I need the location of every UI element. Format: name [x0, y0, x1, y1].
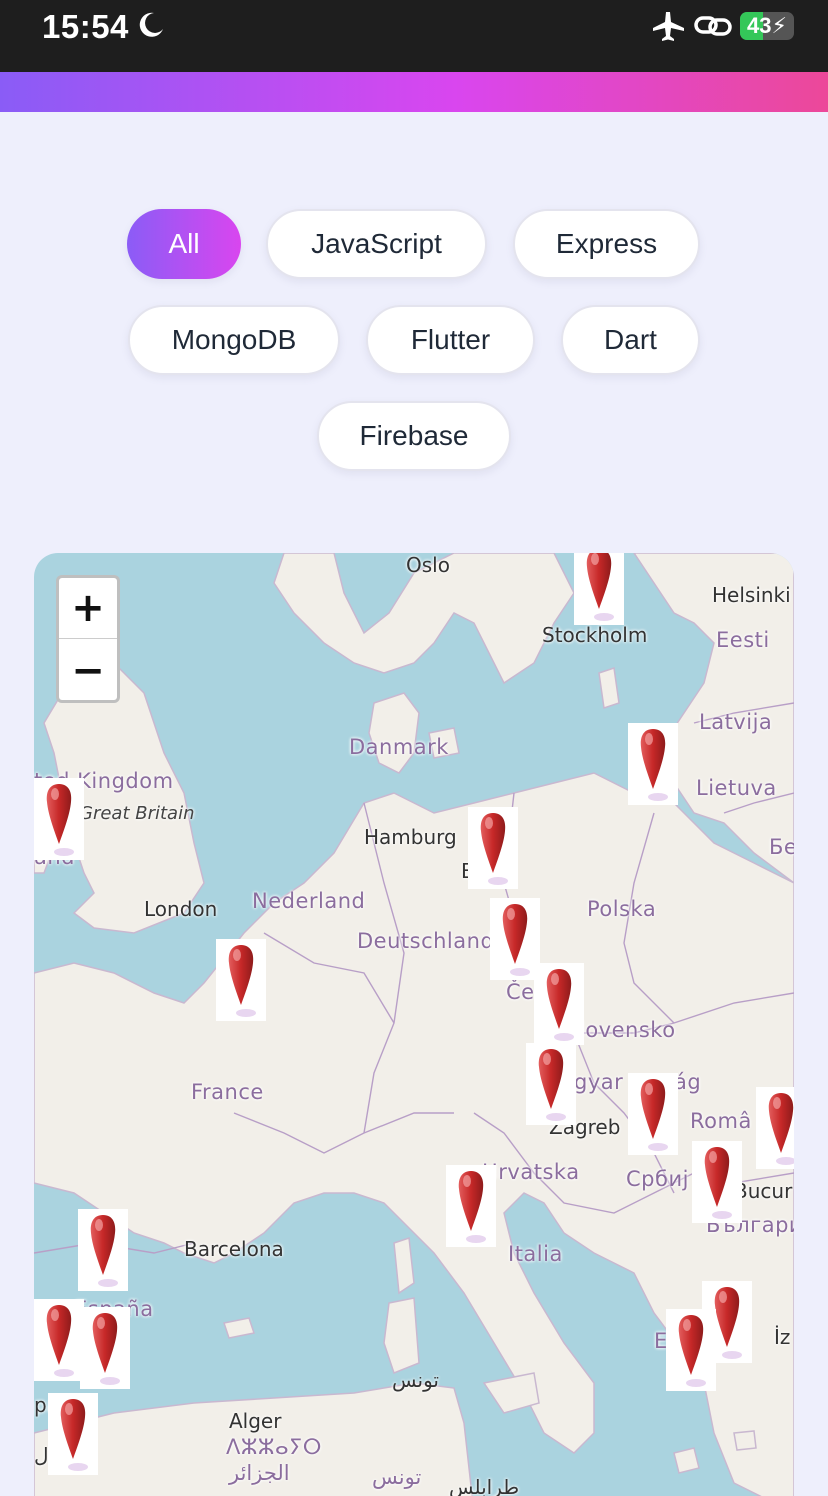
map-label-cesko: Če — [506, 980, 535, 1004]
map-view[interactable]: Oslo Stockholm Helsinki Eesti Latvija Li… — [34, 553, 794, 1496]
map-label-be-fragment: Бе — [769, 835, 794, 859]
filter-chip-flutter[interactable]: Flutter — [366, 305, 535, 375]
map-marker-icon[interactable] — [526, 1043, 576, 1125]
link-icon — [694, 16, 732, 36]
map-label-romania: Româ — [690, 1109, 752, 1133]
map-label-tripoli-ar: طرابلس — [449, 1475, 520, 1496]
map-label-izmir-fragment: İz — [774, 1325, 791, 1349]
status-time: 15:54 — [42, 8, 129, 45]
filter-chip-label: All — [168, 228, 200, 259]
filter-chip-label: Express — [555, 228, 658, 259]
filter-chip-mongodb[interactable]: MongoDB — [128, 305, 340, 375]
filter-chip-dart[interactable]: Dart — [561, 305, 700, 375]
map-marker-icon[interactable] — [574, 553, 624, 625]
map-marker-icon[interactable] — [216, 939, 266, 1021]
map-label-france: France — [191, 1080, 264, 1104]
map-label-italia: Italia — [508, 1242, 563, 1266]
filter-chip-all[interactable]: All — [127, 209, 241, 279]
map-marker-icon[interactable] — [534, 963, 584, 1045]
map-label-great-britain: Great Britain — [79, 803, 195, 824]
map-label-latvija: Latvija — [699, 710, 773, 734]
map-label-barcelona: Barcelona — [184, 1237, 284, 1261]
map-marker-icon[interactable] — [78, 1209, 128, 1291]
battery-indicator: 43⚡ — [740, 12, 794, 40]
map-label-l-fragment: ل — [34, 1443, 49, 1467]
map-marker-icon[interactable] — [48, 1393, 98, 1475]
filter-chip-javascript[interactable]: JavaScript — [266, 209, 487, 279]
map-marker-icon[interactable] — [692, 1141, 742, 1223]
map-label-danmark: Danmark — [349, 735, 449, 759]
map-label-algeria-ar: الجزائر — [229, 1461, 290, 1485]
zoom-out-button[interactable]: − — [59, 640, 117, 701]
map-label-hrvatska: Hrvatska — [482, 1160, 580, 1184]
map-label-tunis-ar: تونس — [392, 1368, 439, 1392]
map-label-slovensko: lovensko — [579, 1018, 676, 1042]
map-marker-icon[interactable] — [628, 1073, 678, 1155]
map-label-polska: Polska — [587, 897, 657, 921]
map-label-london: London — [144, 897, 218, 921]
map-label-alger-tifinagh: ⴷⵣⵣⴰⵢⵔ — [226, 1435, 322, 1459]
map-label-helsinki: Helsinki — [712, 583, 791, 607]
map-marker-icon[interactable] — [468, 807, 518, 889]
map-marker-icon[interactable] — [34, 1299, 84, 1381]
zoom-control: + − — [56, 575, 120, 703]
map-marker-icon[interactable] — [446, 1165, 496, 1247]
map-label-bucuresti: Bucur — [734, 1179, 793, 1203]
filter-chip-label: JavaScript — [311, 228, 442, 259]
zoom-in-button[interactable]: + — [59, 578, 117, 639]
map-label-eesti: Eesti — [716, 628, 770, 652]
header-gradient-bar — [0, 72, 828, 112]
battery-value: 43 — [747, 13, 772, 38]
map-label-alger: Alger — [229, 1409, 282, 1433]
map-marker-icon[interactable] — [628, 723, 678, 805]
map-label-tunisia-ar: تونس — [372, 1465, 422, 1489]
filter-chip-label: Dart — [604, 324, 657, 355]
map-label-srbija: Србиј — [626, 1167, 689, 1191]
map-label-stockholm: Stockholm — [542, 623, 648, 647]
battery-level-text: 43⚡ — [747, 13, 787, 38]
map-label-nederland: Nederland — [252, 889, 366, 913]
filter-chip-express[interactable]: Express — [513, 209, 700, 279]
map-label-oslo: Oslo — [406, 553, 450, 577]
map-label-hamburg: Hamburg — [364, 825, 457, 849]
filter-chip-firebase[interactable]: Firebase — [317, 401, 511, 471]
map-label-lietuva: Lietuva — [696, 776, 777, 800]
filter-chip-label: MongoDB — [171, 324, 297, 355]
map-label-mag-fragment: ág — [674, 1070, 702, 1094]
map-label-deutschland: Deutschland — [357, 929, 495, 953]
map-marker-icon[interactable] — [756, 1087, 794, 1169]
map-marker-icon[interactable] — [490, 898, 540, 980]
moon-icon — [139, 12, 163, 37]
map-marker-icon[interactable] — [80, 1307, 130, 1389]
map-label-magyar: gyar — [574, 1070, 624, 1094]
filter-chip-label: Flutter — [410, 324, 491, 355]
map-marker-icon[interactable] — [666, 1309, 716, 1391]
status-bar: 15:54 43⚡ — [0, 0, 828, 72]
airplane-icon — [653, 12, 684, 41]
filter-chip-label: Firebase — [359, 420, 469, 451]
map-marker-icon[interactable] — [34, 778, 84, 860]
